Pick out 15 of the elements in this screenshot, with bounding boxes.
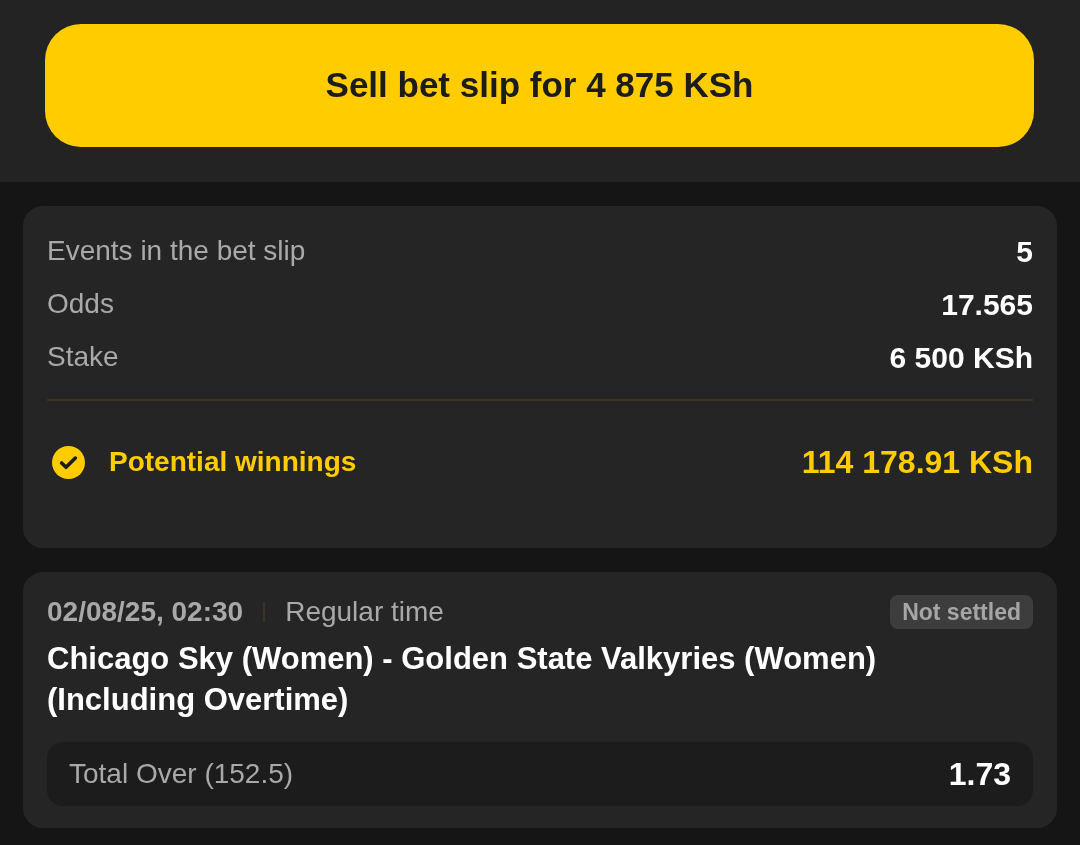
summary-value: 5: [1016, 233, 1033, 270]
market-name: Total Over (152.5): [69, 757, 294, 791]
event-period: Regular time: [285, 595, 444, 629]
summary-value: 17.565: [941, 286, 1033, 323]
event-datetime: 02/08/25, 02:30: [47, 595, 244, 629]
potential-winnings-label: Potential winnings: [109, 445, 357, 479]
status-badge: Not settled: [890, 595, 1033, 629]
summary-value: 6 500 KSh: [889, 339, 1033, 376]
summary-label: Events in the bet slip: [47, 234, 306, 268]
sell-bet-slip-button[interactable]: Sell bet slip for 4 875 KSh: [45, 24, 1034, 147]
summary-label: Odds: [47, 287, 114, 321]
potential-winnings-value: 114 178.91 KSh: [801, 443, 1033, 482]
event-title: Chicago Sky (Women) - Golden State Valkyries (Women) (Including Overtime): [47, 640, 878, 719]
market-odds: 1.73: [948, 755, 1011, 794]
summary-label: Stake: [47, 340, 119, 374]
